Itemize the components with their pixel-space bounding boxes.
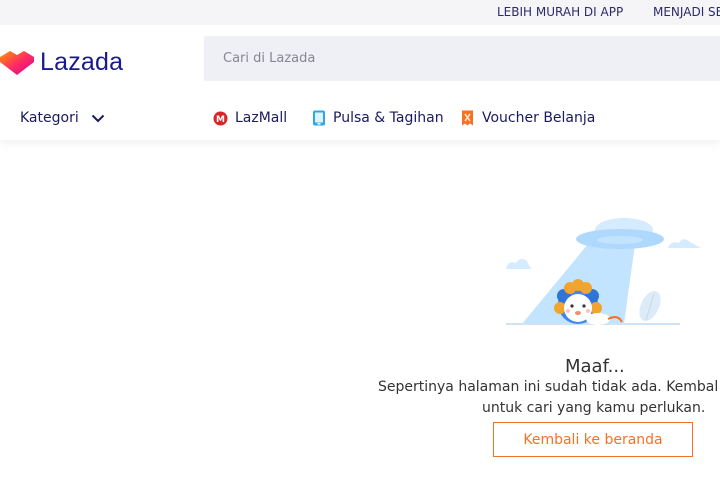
- category-label: Kategori: [20, 110, 79, 126]
- nav-voucher-belanja[interactable]: Voucher Belanja: [460, 110, 595, 126]
- search-input[interactable]: Cari di Lazada: [204, 36, 720, 81]
- lazada-logo[interactable]: Lazada: [0, 47, 123, 77]
- nav-pulsa-label: Pulsa & Tagihan: [333, 110, 444, 126]
- nav-pulsa-tagihan[interactable]: Pulsa & Tagihan: [312, 110, 444, 126]
- nav-voucher-label: Voucher Belanja: [482, 110, 596, 126]
- error-message-line1: Sepertinya halaman ini sudah tidak ada. …: [378, 379, 719, 395]
- ufo-lion-illustration: [506, 218, 701, 325]
- heart-logo-icon: [0, 51, 34, 75]
- error-message-line2: untuk cari yang kamu perlukan.: [482, 400, 706, 416]
- back-to-home-button[interactable]: Kembali ke beranda: [493, 422, 693, 457]
- chevron-down-icon: [91, 114, 104, 122]
- nav-lazmall-label: LazMall: [235, 110, 288, 126]
- search-placeholder: Cari di Lazada: [223, 51, 316, 66]
- lazmall-icon: M: [213, 111, 228, 125]
- not-found-section: Maaf... Sepertinya halaman ini sudah tid…: [0, 140, 720, 480]
- logo-wordmark: Lazada: [40, 47, 124, 76]
- app-download-link[interactable]: LEBIH MURAH DI APP: [497, 5, 623, 19]
- site-header: Lazada Cari di Lazada Kategori M LazMall…: [0, 25, 720, 140]
- top-utility-bar: LEBIH MURAH DI APP MENJADI SE: [0, 0, 720, 25]
- svg-text:M: M: [216, 115, 225, 125]
- voucher-icon: [462, 110, 473, 126]
- error-title: Maaf...: [565, 356, 625, 377]
- nav-lazmall[interactable]: M LazMall: [213, 110, 287, 126]
- category-dropdown[interactable]: Kategori: [20, 110, 105, 126]
- become-seller-link[interactable]: MENJADI SE: [653, 5, 720, 19]
- phone-icon: [313, 110, 325, 126]
